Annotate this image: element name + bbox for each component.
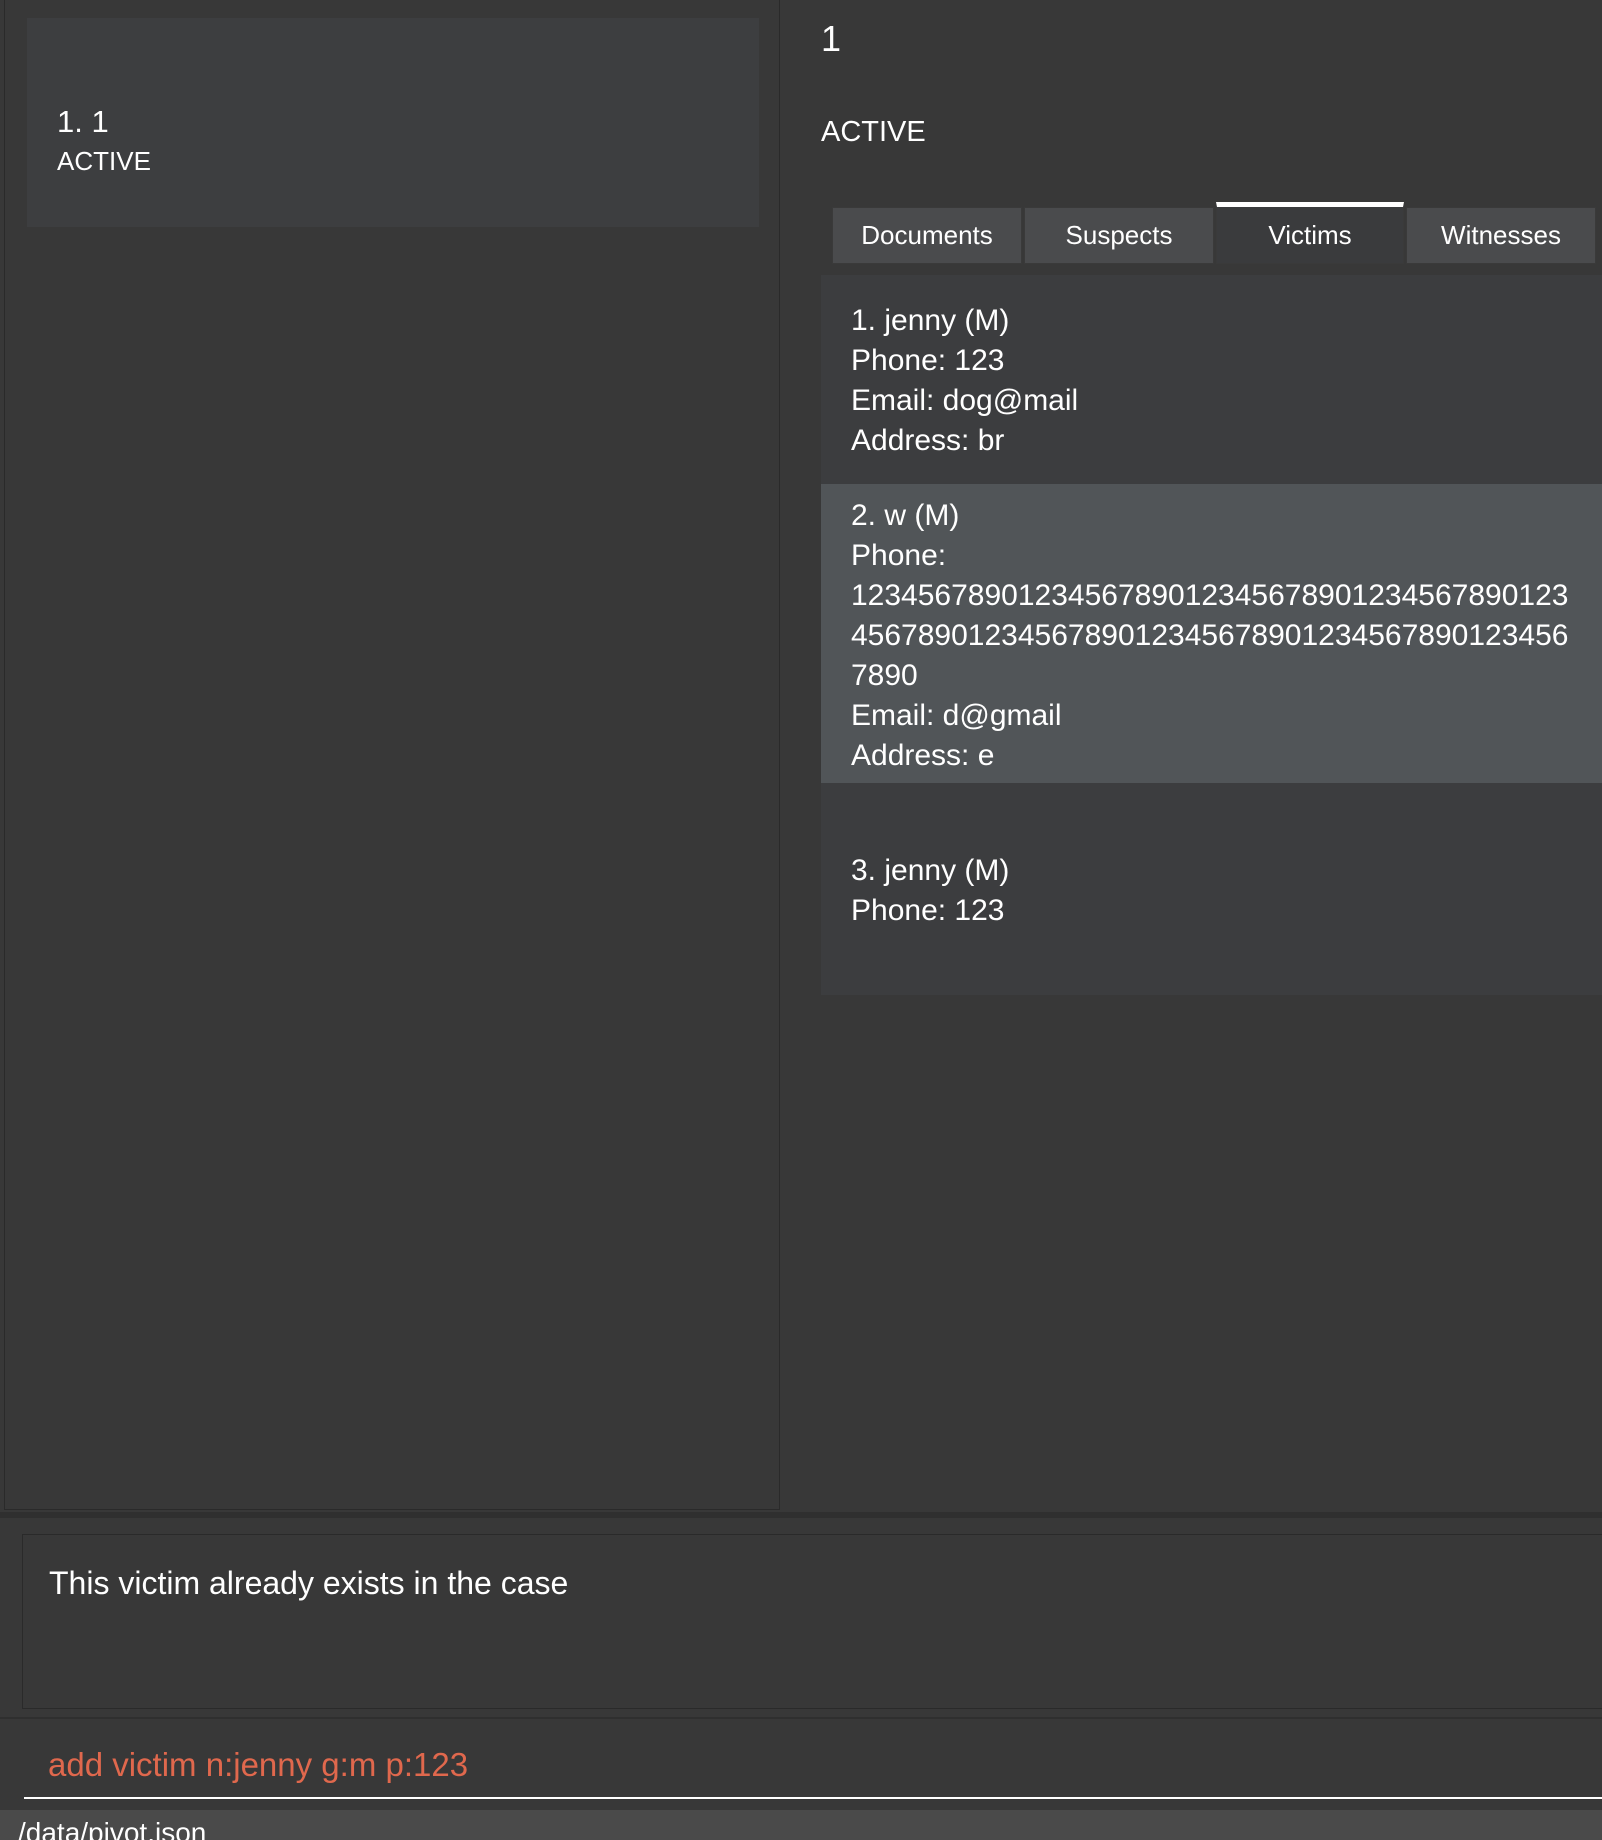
victim-phone: Phone: 123 <box>851 894 1005 927</box>
victim-header: 3. jenny (M) <box>851 854 1010 887</box>
case-title: 1 <box>821 18 842 59</box>
victim-phone: Phone: 123 <box>851 344 1005 377</box>
victim-header: 2. w (M) <box>851 499 960 532</box>
victim-list-item[interactable]: 2. w (M) Phone: 123456789012345678901234… <box>821 484 1602 783</box>
victim-list[interactable]: 1. jenny (M) Phone: 123 Email: dog@mail … <box>821 275 1602 995</box>
result-display-area[interactable]: This victim already exists in the case <box>22 1534 1602 1709</box>
case-list-panel[interactable]: 1. 1 ACTIVE <box>4 0 780 1510</box>
victim-address: Address: br <box>851 424 1005 457</box>
victim-address: Address: e <box>851 739 995 772</box>
case-list-item[interactable]: 1. 1 ACTIVE <box>27 18 759 227</box>
victim-phone-label: Phone: <box>851 539 947 572</box>
victim-list-item[interactable]: 3. jenny (M) Phone: 123 <box>821 851 1602 931</box>
tab-victims[interactable]: Victims <box>1216 202 1404 264</box>
tab-suspects[interactable]: Suspects <box>1024 207 1214 264</box>
status-bar: /data/pivot.json <box>0 1810 1602 1840</box>
case-item-status: ACTIVE <box>57 146 151 176</box>
tab-documents[interactable]: Documents <box>832 207 1022 264</box>
victim-list-item[interactable]: 1. jenny (M) Phone: 123 Email: dog@mail … <box>821 301 1602 461</box>
case-detail-panel: 1 ACTIVE Documents Suspects Victims Witn… <box>781 0 1602 1512</box>
result-display: This victim already exists in the case <box>0 1512 1602 1717</box>
data-file-path: /data/pivot.json <box>18 1817 207 1840</box>
victim-email: Email: d@gmail <box>851 699 1062 732</box>
victim-header: 1. jenny (M) <box>851 304 1010 337</box>
victim-phone-value: 4567890123456789012345678901234567890123… <box>851 619 1569 652</box>
victim-phone-value: 7890 <box>851 659 918 692</box>
case-status: ACTIVE <box>821 116 926 148</box>
case-item-title: 1. 1 <box>57 104 109 139</box>
victim-phone-value: 1234567890123456789012345678901234567890… <box>851 579 1569 612</box>
command-box <box>0 1717 1602 1810</box>
victim-email: Email: dog@mail <box>851 384 1079 417</box>
app-window: 1. 1 ACTIVE 1 ACTIVE Documents Suspects … <box>0 0 1602 1840</box>
command-input[interactable] <box>24 1733 1602 1799</box>
tab-witnesses[interactable]: Witnesses <box>1406 207 1596 264</box>
result-message: This victim already exists in the case <box>49 1565 569 1601</box>
